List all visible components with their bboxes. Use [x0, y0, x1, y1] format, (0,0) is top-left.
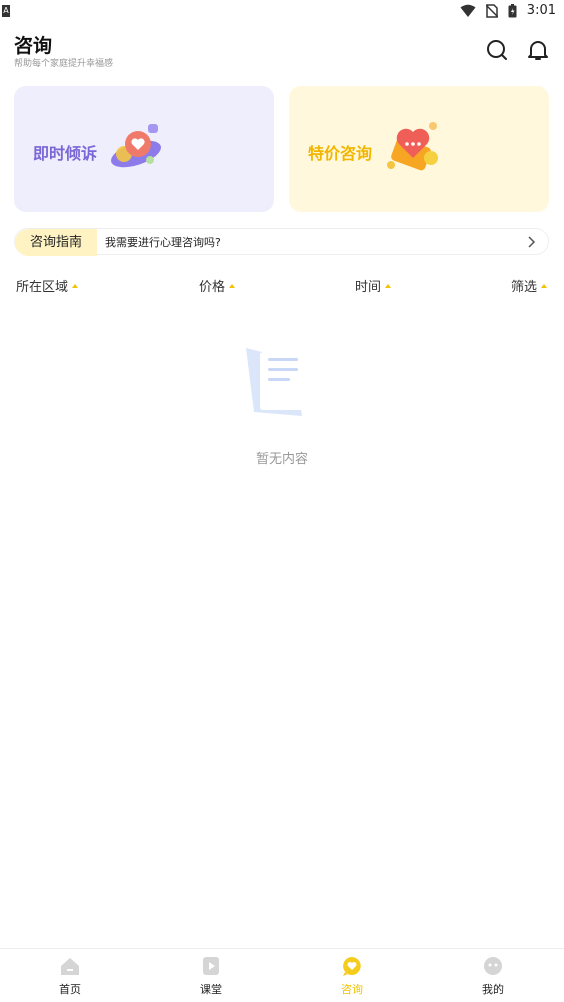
filter-time[interactable]: 时间 — [355, 276, 392, 295]
filter-time-label: 时间 — [355, 280, 382, 295]
bottom-tab-bar: 首页 课堂 咨询 我的 — [0, 948, 564, 1002]
heart-message-illustration-icon — [387, 122, 438, 171]
screen: { "status_bar": { "time": "3:01" }, "hea… — [0, 0, 564, 1002]
tab-home[interactable]: 首页 — [30, 955, 110, 997]
filter-price[interactable]: 价格 — [199, 276, 236, 295]
tab-classroom[interactable]: 课堂 — [171, 955, 251, 997]
sort-up-icon — [541, 283, 548, 288]
play-icon — [203, 957, 219, 975]
tab-classroom-label: 课堂 — [200, 983, 222, 996]
wifi-icon — [460, 4, 476, 17]
sort-up-icon — [229, 283, 236, 288]
profile-icon — [484, 957, 502, 975]
clock: 3:01 — [526, 3, 556, 18]
battery-icon — [508, 3, 517, 17]
instant-talk-label: 即时倾诉 — [33, 144, 98, 163]
filter-region-label: 所在区域 — [16, 280, 69, 295]
tab-mine[interactable]: 我的 — [453, 955, 533, 997]
no-sim-icon — [485, 3, 498, 18]
page-title: 咨询 — [14, 35, 53, 57]
guide-question: 我需要进行心理咨询吗? — [105, 236, 221, 249]
instant-talk-card[interactable]: 即时倾诉 — [14, 86, 274, 212]
sort-up-icon — [385, 283, 392, 288]
tab-mine-label: 我的 — [482, 983, 504, 996]
home-icon — [61, 958, 79, 975]
discount-consult-card[interactable]: 特价咨询 — [289, 86, 549, 212]
notification-a-icon: A — [2, 5, 10, 17]
filter-bar: 所在区域 价格 时间 筛选 — [0, 276, 564, 300]
consult-icon — [343, 957, 361, 976]
page-subtitle: 帮助每个家庭提升幸福感 — [14, 59, 114, 69]
tab-consult[interactable]: 咨询 — [312, 955, 392, 997]
status-bar: A 3:01 — [0, 0, 564, 24]
empty-document-icon — [246, 348, 304, 416]
heart-chat-illustration-icon — [111, 124, 161, 168]
empty-state-text: 暂无内容 — [255, 452, 308, 467]
sort-up-icon — [72, 283, 79, 288]
tab-home-label: 首页 — [59, 983, 81, 996]
guide-tag: 咨询指南 — [15, 229, 97, 256]
chevron-right-icon — [528, 236, 536, 248]
header: 咨询 帮助每个家庭提升幸福感 — [0, 28, 564, 74]
bell-icon[interactable] — [526, 38, 550, 62]
filter-region[interactable]: 所在区域 — [16, 276, 79, 295]
filter-price-label: 价格 — [199, 280, 226, 295]
search-icon[interactable] — [485, 38, 509, 62]
discount-consult-label: 特价咨询 — [308, 144, 373, 163]
consult-guide-bar[interactable]: 咨询指南 我需要进行心理咨询吗? — [14, 228, 549, 256]
filter-screen[interactable]: 筛选 — [511, 276, 548, 295]
filter-screen-label: 筛选 — [511, 280, 538, 295]
tab-consult-label: 咨询 — [341, 983, 363, 996]
